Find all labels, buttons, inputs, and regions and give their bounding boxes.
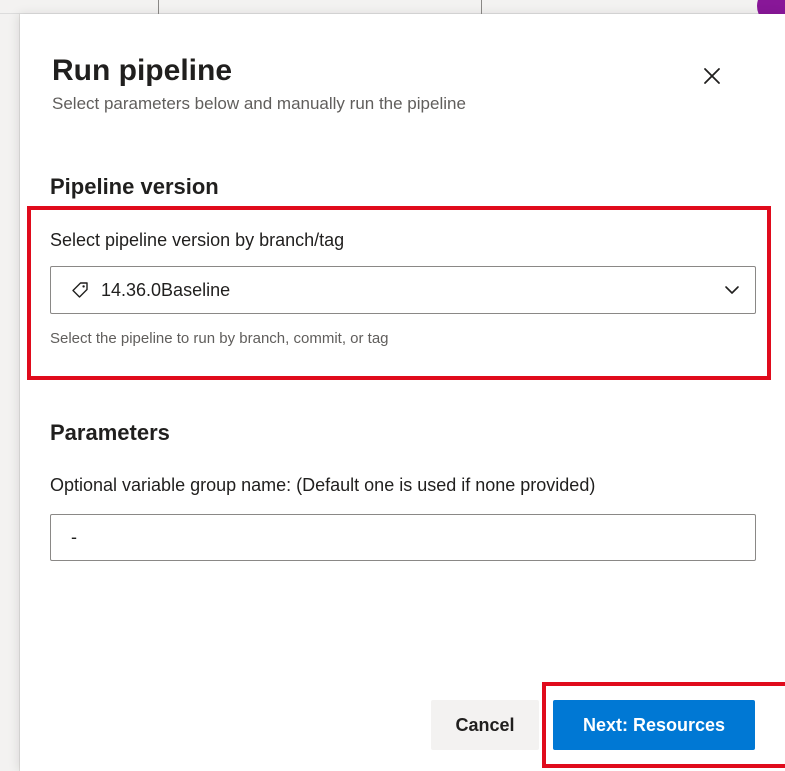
chevron-down-icon [723, 281, 741, 299]
dialog-title: Run pipeline [52, 54, 232, 87]
screen: Run pipeline Select parameters below and… [0, 0, 785, 771]
next-resources-button[interactable]: Next: Resources [553, 700, 755, 750]
background-toolbar [0, 0, 785, 14]
run-pipeline-dialog: Run pipeline Select parameters below and… [20, 14, 785, 771]
selected-branch-value: 14.36.0Baseline [101, 279, 231, 300]
pipeline-version-heading: Pipeline version [50, 174, 219, 199]
branch-helper-text: Select the pipeline to run by branch, co… [50, 330, 389, 347]
branch-tag-dropdown[interactable]: 14.36.0Baseline [50, 266, 756, 314]
close-icon [703, 67, 721, 85]
variable-group-label: Optional variable group name: (Default o… [50, 475, 596, 495]
background-left-rail [0, 14, 20, 771]
variable-group-input[interactable] [50, 514, 756, 561]
branch-tag-label: Select pipeline version by branch/tag [50, 230, 345, 250]
dialog-subtitle: Select parameters below and manually run… [52, 94, 466, 113]
parameters-heading: Parameters [50, 420, 170, 445]
background-divider [481, 0, 482, 14]
close-button[interactable] [696, 60, 728, 92]
background-divider [158, 0, 159, 14]
tag-icon [71, 281, 89, 299]
cancel-button[interactable]: Cancel [431, 700, 539, 750]
